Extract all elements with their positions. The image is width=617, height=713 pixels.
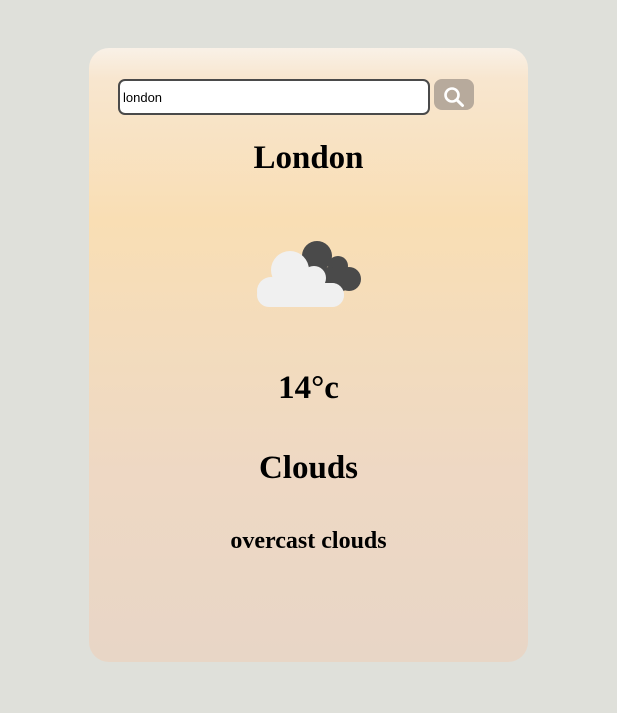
- city-name: London: [253, 140, 364, 176]
- overcast-clouds-icon: [257, 241, 361, 307]
- weather-condition: Clouds: [258, 450, 359, 486]
- search-button[interactable]: [434, 79, 474, 110]
- weather-card: London 14°c Clouds overcast clouds: [89, 48, 528, 662]
- weather-description: overcast clouds: [230, 528, 387, 554]
- search-input[interactable]: [118, 79, 430, 115]
- temperature: 14°c: [278, 370, 339, 406]
- search-icon: [444, 87, 464, 107]
- search-bar: [118, 79, 478, 115]
